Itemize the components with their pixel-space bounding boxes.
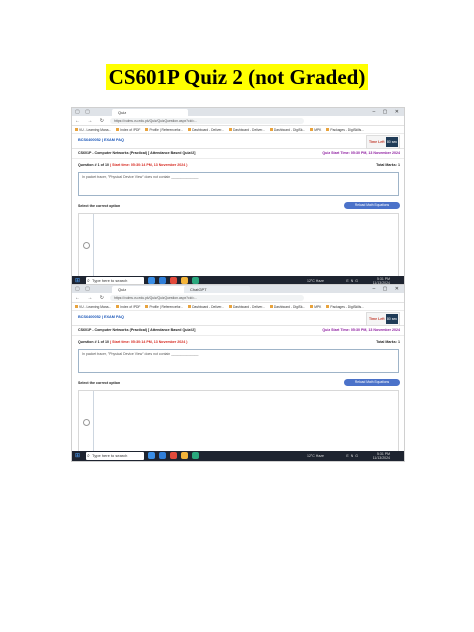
- bookmarks-bar: VU - Learning Mana... Index of /PDF Prof…: [72, 303, 404, 311]
- bookmark[interactable]: Dashboard - Deliver...: [188, 128, 224, 132]
- student-id: BCS6400052 | EXAM PAQ: [78, 138, 124, 142]
- bookmark[interactable]: Packages - DigiSkills...: [326, 128, 364, 132]
- url-input[interactable]: https://vulms.vu.edu.pk/Quiz/QuizQuestio…: [109, 117, 304, 124]
- timer-label: Time Left: [369, 317, 385, 321]
- tab-actions-icon[interactable]: ▢ ▢: [75, 109, 92, 115]
- store-icon[interactable]: [192, 452, 199, 459]
- timer: Time Left 80 sec: [366, 312, 400, 326]
- option-radio[interactable]: [83, 242, 90, 249]
- student-id: BCS6400052 | EXAM PAQ: [78, 315, 124, 319]
- url-input[interactable]: https://vulms.vu.edu.pk/Quiz/QuizQuestio…: [109, 294, 304, 301]
- window-controls[interactable]: – ▢ ✕: [373, 285, 402, 293]
- screenshot-2: ▢ ▢ Quiz ChatGPT – ▢ ✕ ← → ↻ https://vul…: [71, 284, 405, 462]
- bookmark[interactable]: VU - Learning Mana...: [75, 305, 111, 309]
- store-icon[interactable]: [192, 277, 199, 284]
- address-bar: ← → ↻ https://vulms.vu.edu.pk/Quiz/QuizQ…: [72, 293, 404, 303]
- question-start: ( Start time: 05:30:14 PM, 13 November 2…: [109, 340, 188, 344]
- bookmark[interactable]: Profile | Referencefor...: [145, 305, 183, 309]
- question-text: In packet tracer, "Physical Device View"…: [78, 172, 399, 196]
- reload-math-button[interactable]: Reload Math Equations: [344, 379, 400, 386]
- address-bar: ← → ↻ https://vulms.vu.edu.pk/Quiz/QuizQ…: [72, 116, 404, 126]
- weather: 12°C Haze: [307, 454, 324, 458]
- reload-math-button[interactable]: Reload Math Equations: [344, 202, 400, 209]
- bookmark[interactable]: MPK: [310, 128, 321, 132]
- bookmark[interactable]: Dashboard - DigiSk...: [270, 305, 305, 309]
- question-text: In packet tracer, "Physical Device View"…: [78, 349, 399, 373]
- bookmark[interactable]: VU - Learning Mana...: [75, 128, 111, 132]
- course-title: CS601P - Computer Networks (Practical) […: [78, 151, 196, 155]
- bookmarks-bar: VU - Learning Mana... Index of /PDF Prof…: [72, 126, 404, 134]
- question-number: Question # 1 of 10 ( Start time: 05:30:1…: [78, 340, 188, 344]
- quiz-header: BCS6400052 | EXAM PAQ Time Left 80 sec: [72, 134, 404, 149]
- answer-options: [78, 213, 399, 277]
- taskbar-apps: [148, 452, 199, 459]
- tab-quiz[interactable]: Quiz: [112, 109, 188, 116]
- course-title: CS601P - Computer Networks (Practical) […: [78, 328, 196, 332]
- browser-tabbar: ▢ ▢ Quiz – ▢ ✕: [72, 108, 404, 116]
- options-header: Select the correct option Reload Math Eq…: [72, 379, 404, 388]
- windows-start-icon[interactable]: ⊞: [75, 453, 80, 459]
- timer-label: Time Left: [369, 140, 385, 144]
- question-number: Question # 1 of 10 ( Start time: 05:30:1…: [78, 163, 188, 167]
- options-header: Select the correct option Reload Math Eq…: [72, 202, 404, 211]
- question-start: ( Start time: 05:30:14 PM, 13 November 2…: [109, 163, 188, 167]
- title-wrap: CS601P Quiz 2 (not Graded): [0, 64, 474, 90]
- timer-value: 80 sec: [386, 137, 398, 147]
- total-marks: Total Marks: 1: [376, 163, 400, 167]
- chrome-icon[interactable]: [170, 277, 177, 284]
- page-title: CS601P Quiz 2 (not Graded): [105, 64, 369, 90]
- bookmark[interactable]: Dashboard - DigiSk...: [270, 128, 305, 132]
- nav-icons[interactable]: ← → ↻: [72, 295, 110, 301]
- bookmark[interactable]: Profile | Referencefor...: [145, 128, 183, 132]
- window-controls[interactable]: – ▢ ✕: [373, 108, 402, 116]
- tab-quiz[interactable]: Quiz: [112, 286, 188, 293]
- select-label: Select the correct option: [78, 204, 121, 208]
- timer-value: 80 sec: [386, 314, 398, 324]
- vscode-icon[interactable]: [159, 277, 166, 284]
- bookmark[interactable]: Dashboard - Deliver...: [188, 305, 224, 309]
- quiz-header: BCS6400052 | EXAM PAQ Time Left 80 sec: [72, 311, 404, 326]
- bookmark[interactable]: Packages - DigiSkills...: [326, 305, 364, 309]
- question-line: Question # 1 of 10 ( Start time: 05:30:1…: [72, 163, 404, 171]
- select-label: Select the correct option: [78, 381, 121, 385]
- timer: Time Left 80 sec: [366, 135, 400, 149]
- option-radio[interactable]: [83, 419, 90, 426]
- taskbar-search[interactable]: Type here to search: [86, 452, 144, 460]
- tab-actions-icon[interactable]: ▢ ▢: [75, 286, 92, 292]
- total-marks: Total Marks: 1: [376, 340, 400, 344]
- bookmark[interactable]: MPK: [310, 305, 321, 309]
- explorer-icon[interactable]: [181, 277, 188, 284]
- edge-icon[interactable]: [148, 452, 155, 459]
- bookmark[interactable]: Index of /PDF: [116, 128, 140, 132]
- screenshot-1: ▢ ▢ Quiz – ▢ ✕ ← → ↻ https://vulms.vu.ed…: [71, 107, 405, 287]
- tray-lang[interactable]: ENG: [346, 454, 360, 458]
- clock: 5:31 PM 11/13/2024: [372, 452, 390, 460]
- tab-chatgpt[interactable]: ChatGPT: [184, 286, 250, 293]
- answer-options: [78, 390, 399, 454]
- nav-icons[interactable]: ← → ↻: [72, 118, 110, 124]
- taskbar: ⊞ Type here to search 12°C Haze ENG 5:31…: [72, 451, 404, 461]
- bookmark[interactable]: Dashboard - Deliver...: [229, 128, 265, 132]
- weather: 12°C Haze: [307, 279, 324, 283]
- taskbar-apps: [148, 277, 199, 284]
- chrome-icon[interactable]: [170, 452, 177, 459]
- quiz-start-time: Quiz Start Time: 05:30 PM, 13 November 2…: [322, 328, 400, 332]
- quiz-start-time: Quiz Start Time: 05:30 PM, 13 November 2…: [322, 151, 400, 155]
- bookmark[interactable]: Dashboard - Deliver...: [229, 305, 265, 309]
- explorer-icon[interactable]: [181, 452, 188, 459]
- vscode-icon[interactable]: [159, 452, 166, 459]
- browser-tabbar: ▢ ▢ Quiz ChatGPT – ▢ ✕: [72, 285, 404, 293]
- bookmark[interactable]: Index of /PDF: [116, 305, 140, 309]
- edge-icon[interactable]: [148, 277, 155, 284]
- course-bar: CS601P - Computer Networks (Practical) […: [72, 149, 404, 159]
- question-line: Question # 1 of 10 ( Start time: 05:30:1…: [72, 340, 404, 348]
- course-bar: CS601P - Computer Networks (Practical) […: [72, 326, 404, 336]
- tray-lang[interactable]: ENG: [346, 279, 360, 283]
